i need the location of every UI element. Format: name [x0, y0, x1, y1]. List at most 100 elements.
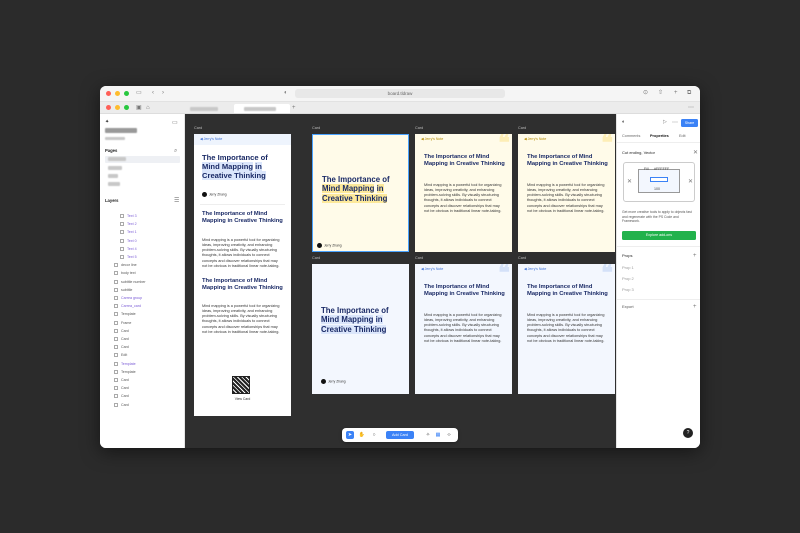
share-icon[interactable]: ⇧ — [658, 90, 663, 96]
layer-type-icon — [114, 271, 118, 276]
tab-overview-icon[interactable]: ⧉ — [687, 90, 691, 96]
tab-1[interactable] — [180, 104, 230, 113]
author-name: Jerry Zhang — [324, 243, 342, 248]
file-name[interactable] — [105, 128, 137, 134]
add-tab-icon[interactable]: + — [292, 105, 296, 111]
page-item[interactable] — [108, 173, 118, 178]
add-export-icon[interactable]: + — [693, 304, 697, 310]
layer-item[interactable]: Card — [114, 384, 129, 392]
home-icon[interactable]: ⌂ — [146, 105, 150, 111]
content-card-blue-2[interactable]: ❝ ◀ Jerry’s Note The Importance of Mind … — [518, 264, 615, 394]
new-tab-icon[interactable]: + — [674, 90, 678, 96]
cover-card-yellow[interactable]: The Importance of Mind Mapping in Creati… — [312, 134, 409, 252]
layer-item[interactable]: Text 3 — [120, 212, 137, 220]
layer-item[interactable]: Template — [114, 360, 136, 368]
position-field[interactable] — [650, 177, 668, 182]
layer-item[interactable]: decor line — [114, 261, 137, 269]
qr-code[interactable] — [232, 376, 250, 394]
layer-item[interactable]: subtitle number — [114, 278, 146, 286]
layer-item[interactable]: Template — [114, 310, 136, 318]
content-card-blue[interactable]: ❝ ◀ Jerry’s Note The Importance of Mind … — [415, 264, 512, 394]
back-icon[interactable]: ‹ — [152, 90, 154, 96]
add-card-button[interactable]: Add Card — [386, 431, 414, 439]
layer-item[interactable]: Text 0 — [120, 237, 137, 245]
layer-item[interactable]: Carrea_card — [114, 302, 141, 310]
page-item-active[interactable] — [105, 156, 180, 163]
constraints-box[interactable]: Fill #FFFFFF 100 ✕ ✕ — [623, 162, 695, 202]
layer-item[interactable]: Text 1 — [120, 228, 137, 236]
add-prop-icon[interactable]: + — [693, 253, 697, 259]
user-avatar-icon[interactable]: ◐ — [622, 120, 625, 125]
prop-item[interactable]: Prop 2 — [622, 276, 634, 281]
layer-item[interactable]: Template — [114, 368, 136, 376]
tab-properties[interactable]: Properties — [650, 134, 669, 138]
tab-zoom-dot[interactable] — [124, 105, 129, 110]
layer-item[interactable]: Card — [114, 335, 129, 343]
layer-item[interactable]: Card — [114, 392, 129, 400]
layer-item[interactable]: Text 4 — [120, 245, 137, 253]
body-text: Mind mapping is a powerful tool for orga… — [202, 238, 280, 268]
layer-item[interactable]: Card — [114, 376, 129, 384]
forward-icon[interactable]: › — [162, 90, 164, 96]
hand-tool-icon[interactable]: ✋ — [358, 431, 366, 439]
layer-item[interactable]: Carrea group — [114, 294, 142, 302]
design-canvas[interactable]: Card ◀ Jerry’s Note The Importance of Mi… — [185, 114, 616, 448]
shield-icon[interactable]: ◐ — [284, 90, 288, 96]
layer-item[interactable]: Card — [114, 327, 129, 335]
help-button[interactable]: ? — [683, 428, 693, 438]
explore-button[interactable]: Explore add-ons — [622, 231, 696, 240]
close-x-icon[interactable]: ✕ — [688, 179, 693, 185]
tab-comments[interactable]: Comments — [622, 134, 640, 138]
download-icon[interactable]: ⊙ — [643, 90, 648, 96]
frame-label: Card — [518, 256, 527, 260]
percent-value[interactable]: 100 — [654, 187, 660, 191]
tab-2[interactable] — [234, 104, 290, 113]
zoom-window-button[interactable] — [124, 91, 129, 96]
layer-item[interactable]: Card — [114, 343, 129, 351]
menu-icon[interactable]: ✦ — [105, 120, 109, 125]
page-item[interactable] — [108, 181, 120, 186]
close-icon[interactable]: ✕ — [693, 150, 698, 156]
code-icon[interactable]: ‹› — [445, 431, 453, 439]
layers-options-icon[interactable]: ☰ — [174, 198, 179, 204]
fill-value[interactable]: #FFFFFF — [654, 167, 669, 171]
tab-edit[interactable]: Edit — [679, 134, 686, 138]
prop-item[interactable]: Prop 3 — [622, 287, 634, 292]
layer-item[interactable]: Card — [114, 401, 129, 409]
layer-type-icon — [120, 214, 124, 219]
page-item[interactable] — [108, 165, 122, 170]
tab-minimize-dot[interactable] — [115, 105, 120, 110]
prop-item[interactable]: Prop 1 — [622, 265, 634, 270]
tab-close-dot[interactable] — [106, 105, 111, 110]
star-icon[interactable]: ✧ — [424, 431, 432, 439]
shape-tool-icon[interactable]: ○ — [370, 431, 378, 439]
content-card-yellow-2[interactable]: ❝ ◀ Jerry’s Note The Importance of Mind … — [518, 134, 615, 252]
layer-item[interactable]: Edit — [114, 351, 127, 359]
app-icon[interactable]: ▣ — [136, 105, 142, 111]
address-bar[interactable]: board.tldraw — [295, 89, 505, 98]
close-window-button[interactable] — [106, 91, 111, 96]
select-tool-icon[interactable]: ➤ — [346, 431, 354, 439]
file-subtitle — [105, 136, 125, 141]
long-card-frame[interactable]: ◀ Jerry’s Note The Importance of Mind Ma… — [194, 134, 291, 416]
body-text: Mind mapping is a powerful tool for orga… — [527, 313, 605, 343]
grid-icon[interactable]: ▦ — [434, 431, 442, 439]
search-pages-icon[interactable]: ⌕ — [174, 148, 177, 154]
more-icon[interactable]: ⋯ — [688, 105, 694, 111]
layer-item[interactable]: Text 5 — [120, 253, 137, 261]
sidebar-toggle-icon[interactable]: ▭ — [136, 90, 142, 96]
panel-toggle-icon[interactable]: ▭ — [172, 120, 178, 126]
play-icon[interactable]: ▷ — [663, 120, 667, 125]
close-x-icon[interactable]: ✕ — [627, 179, 632, 185]
layer-item[interactable]: Text 2 — [120, 220, 137, 228]
content-card-yellow[interactable]: ❝ ◀ Jerry’s Note The Importance of Mind … — [415, 134, 512, 252]
layer-item[interactable]: Frame — [114, 319, 131, 327]
layer-item[interactable]: body text — [114, 269, 136, 277]
minimize-window-button[interactable] — [115, 91, 120, 96]
author-name: Jerry Zhang — [328, 379, 346, 384]
cover-card-blue[interactable]: The Importance of Mind Mapping in Creati… — [312, 264, 409, 394]
share-button[interactable]: Share — [681, 119, 698, 127]
more-options-icon[interactable]: ⋯ — [672, 120, 678, 126]
layer-item[interactable]: subtitle — [114, 286, 132, 294]
layer-type-icon — [114, 345, 118, 350]
